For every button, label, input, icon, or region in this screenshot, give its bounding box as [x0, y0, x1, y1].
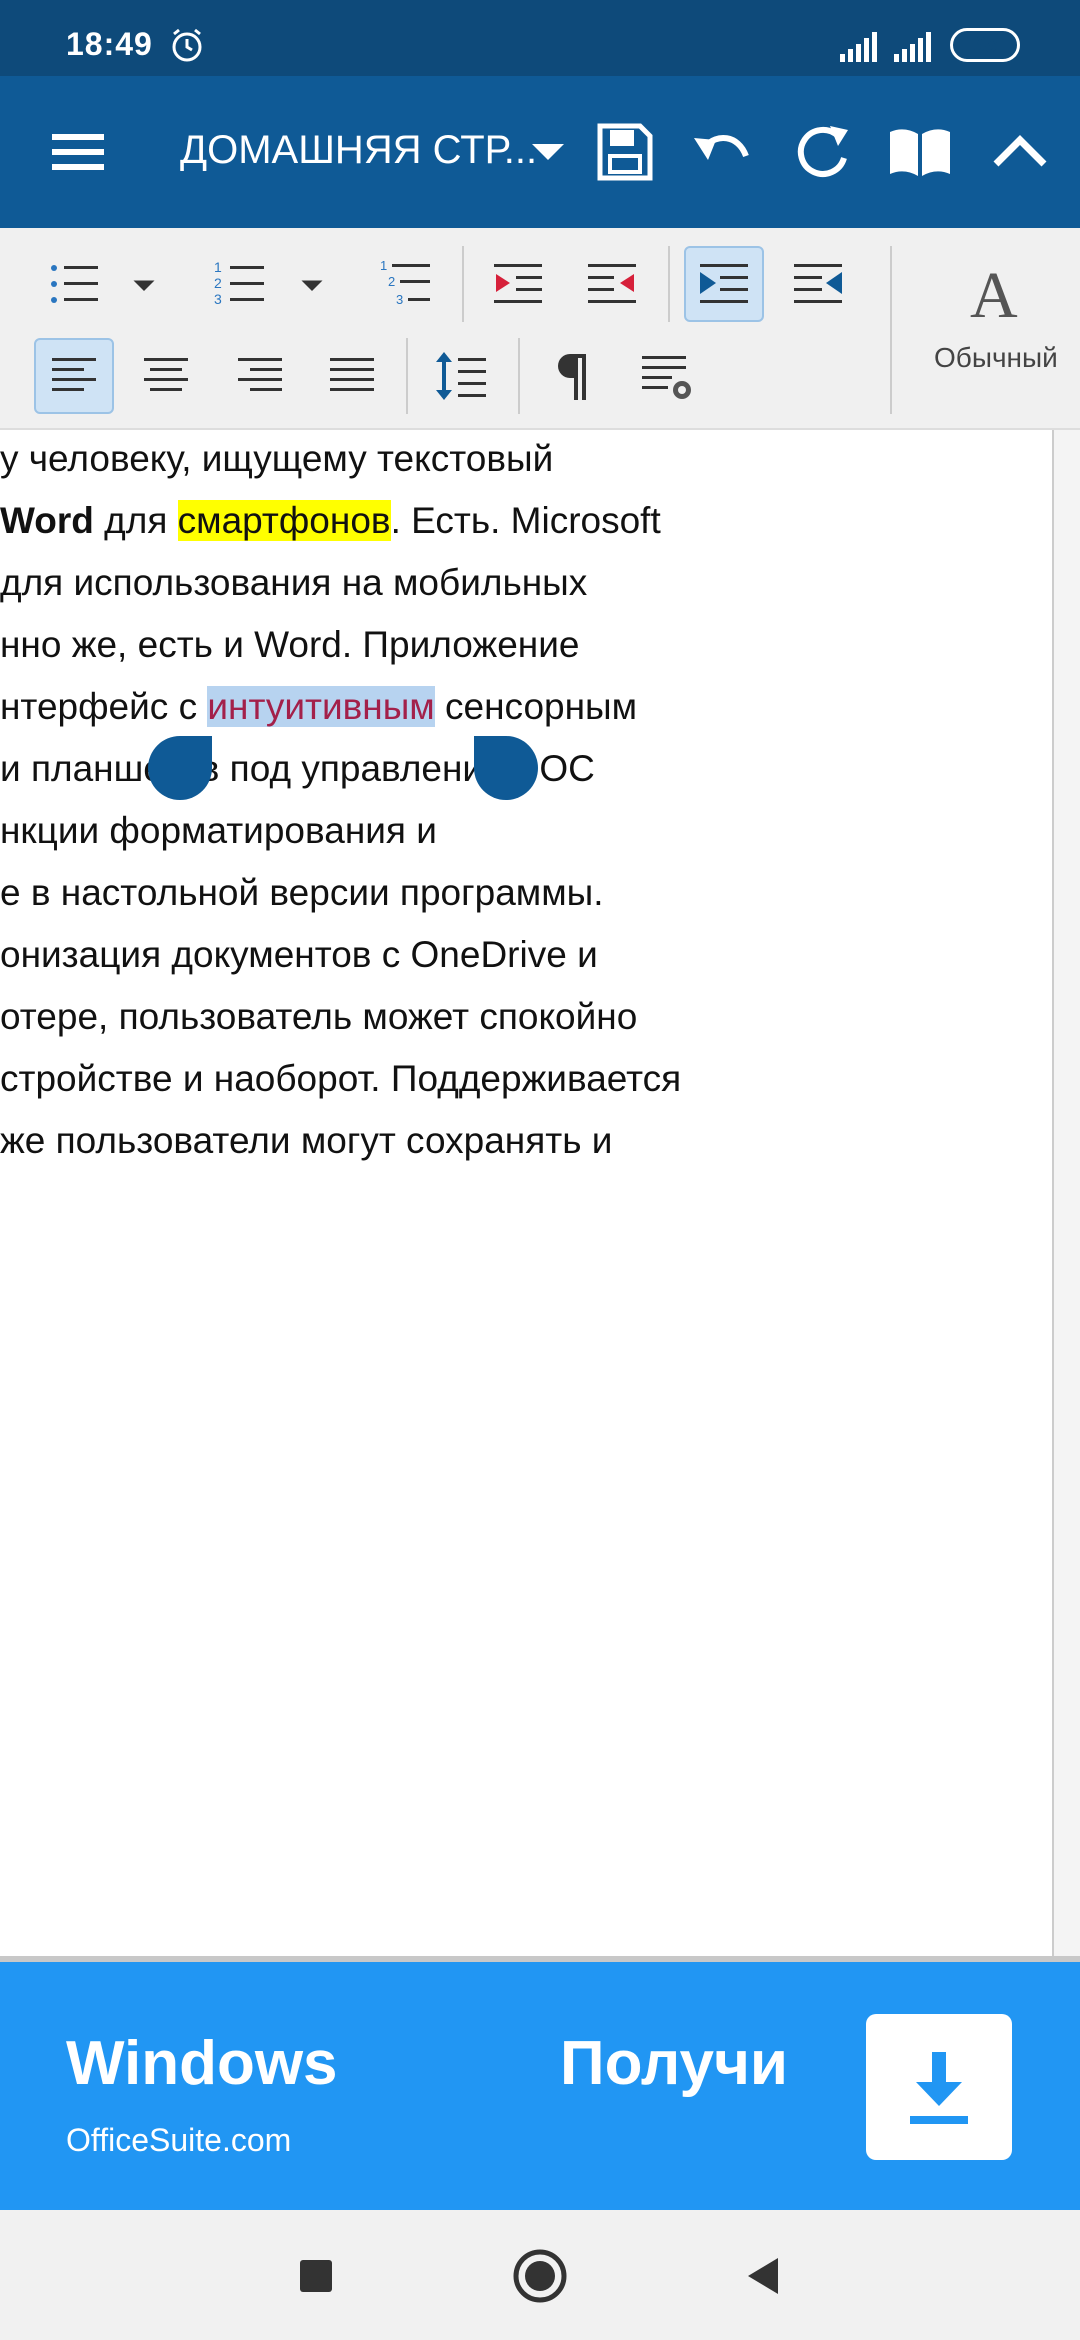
svg-text:2: 2 [214, 275, 222, 291]
signal-icon [894, 32, 931, 62]
back-icon[interactable] [736, 2248, 792, 2304]
svg-text:2: 2 [388, 274, 395, 289]
ad-headline-2: Получи [560, 2029, 789, 2098]
ltr-paragraph-icon[interactable] [684, 246, 764, 322]
signal-icon [840, 32, 877, 62]
increase-indent-icon[interactable] [478, 246, 558, 322]
justify-icon[interactable] [312, 338, 392, 414]
line-text: нтерфейс с [0, 686, 208, 727]
svg-text:3: 3 [214, 291, 222, 307]
formatting-toolbar: 123 123 A Обычный [0, 228, 1080, 430]
line-text: . Есть. Microsoft [390, 500, 661, 541]
svg-text:3: 3 [396, 292, 403, 307]
download-icon [910, 2052, 968, 2124]
save-icon[interactable] [588, 116, 660, 188]
toolbar-divider [890, 246, 892, 414]
document-line: же пользователи могут сохранять и [0, 1120, 613, 1161]
svg-text:1: 1 [214, 259, 222, 275]
bold-text: Word [0, 500, 94, 541]
bullet-list-dropdown-icon[interactable] [116, 246, 172, 322]
document-title[interactable]: ДОМАШНЯЯ СТР... [180, 128, 537, 173]
align-right-icon[interactable] [220, 338, 300, 414]
document-line: онизация документов с OneDrive и [0, 934, 598, 975]
document-line: у человеку, ищущему текстовый [0, 438, 554, 479]
ad-download-button[interactable] [866, 2014, 1012, 2160]
paragraph-settings-icon[interactable] [626, 338, 706, 414]
rtl-paragraph-icon[interactable] [778, 246, 858, 322]
selection-start-handle[interactable] [148, 736, 212, 800]
toolbar-divider [668, 246, 670, 322]
document-line: нтерфейс с интуитивным сенсорным [0, 682, 637, 732]
document-body[interactable]: у человеку, ищущему текстовый Word для с… [0, 430, 1052, 1956]
align-center-icon[interactable] [126, 338, 206, 414]
pilcrow-icon[interactable] [534, 338, 614, 414]
document-line: для использования на мобильных [0, 562, 588, 603]
highlighted-text: смартфонов [177, 500, 391, 541]
document-line: стройстве и наоборот. Поддерживается [0, 1058, 682, 1099]
selection-end-handle[interactable] [474, 736, 538, 800]
document-scrollbar[interactable] [1052, 430, 1080, 1956]
svg-text:1: 1 [380, 258, 387, 273]
status-bar: 18:49 68 [0, 0, 1080, 76]
numbered-list-dropdown-icon[interactable] [284, 246, 340, 322]
home-icon[interactable] [512, 2248, 568, 2304]
app-bar: ДОМАШНЯЯ СТР... [0, 76, 1080, 228]
status-time: 18:49 [66, 26, 153, 62]
numbered-list-icon[interactable]: 123 [200, 246, 280, 322]
toolbar-divider [462, 246, 464, 322]
text-style-icon[interactable]: A [970, 258, 1018, 334]
document-line: Word для смартфонов. Есть. Microsoft [0, 496, 661, 546]
bullet-list-icon[interactable] [34, 246, 114, 322]
document-line: е в настольной версии программы. [0, 872, 604, 913]
document-line: нкции форматирования и [0, 810, 437, 851]
collapse-icon[interactable] [984, 116, 1056, 188]
selected-text[interactable]: интуитивным [207, 686, 435, 727]
read-mode-icon[interactable] [884, 116, 956, 188]
undo-icon[interactable] [686, 116, 758, 188]
toolbar-divider [518, 338, 520, 414]
ad-banner[interactable]: Windows Получи OfficeSuite.com [0, 1962, 1080, 2210]
ad-site: OfficeSuite.com [66, 2122, 292, 2158]
recent-apps-icon[interactable] [288, 2248, 344, 2304]
document-line: отере, пользователь может спокойно [0, 996, 638, 1037]
battery-percent: 68 [972, 32, 998, 57]
ad-headline: Windows [66, 2029, 338, 2098]
line-text: сенсорным [434, 686, 638, 727]
battery-icon: 68 [950, 28, 1020, 62]
menu-icon[interactable] [42, 116, 114, 188]
redo-icon[interactable] [786, 116, 858, 188]
toolbar-divider [406, 338, 408, 414]
screen: 18:49 68 ДОМАШНЯЯ СТР... 1 2 3 1 2 3 A О… [0, 0, 1080, 2340]
system-nav-bar [0, 2210, 1080, 2340]
align-left-icon[interactable] [34, 338, 114, 414]
alarm-icon [172, 28, 202, 62]
line-text: для [93, 500, 178, 541]
document-line: нно же, есть и Word. Приложение [0, 624, 580, 665]
line-spacing-icon[interactable] [422, 338, 502, 414]
decrease-indent-icon[interactable] [572, 246, 652, 322]
text-style-label[interactable]: Обычный [934, 342, 1058, 374]
multilevel-list-icon[interactable]: 123 [366, 246, 446, 322]
dropdown-icon[interactable] [512, 116, 584, 188]
